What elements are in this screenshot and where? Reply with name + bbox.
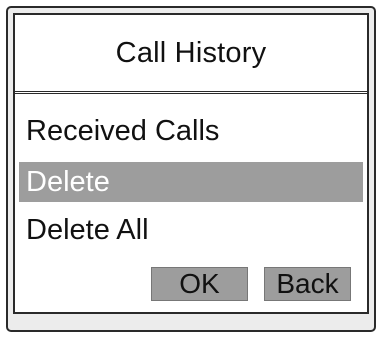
menu-item-label: Delete	[26, 165, 110, 198]
phone-display-frame: Call History Received Calls Delete Delet…	[6, 6, 376, 332]
menu-item-received-calls[interactable]: Received Calls	[19, 111, 363, 151]
screen-title: Call History	[15, 15, 367, 94]
back-softkey[interactable]: Back	[264, 267, 351, 301]
menu-item-delete-all[interactable]: Delete All	[19, 210, 363, 250]
menu-item-label: Delete All	[26, 213, 149, 246]
call-history-screen: Call History Received Calls Delete Delet…	[13, 13, 369, 314]
ok-softkey[interactable]: OK	[151, 267, 248, 301]
menu-item-delete[interactable]: Delete	[19, 162, 363, 202]
menu-item-label: Received Calls	[26, 114, 220, 147]
